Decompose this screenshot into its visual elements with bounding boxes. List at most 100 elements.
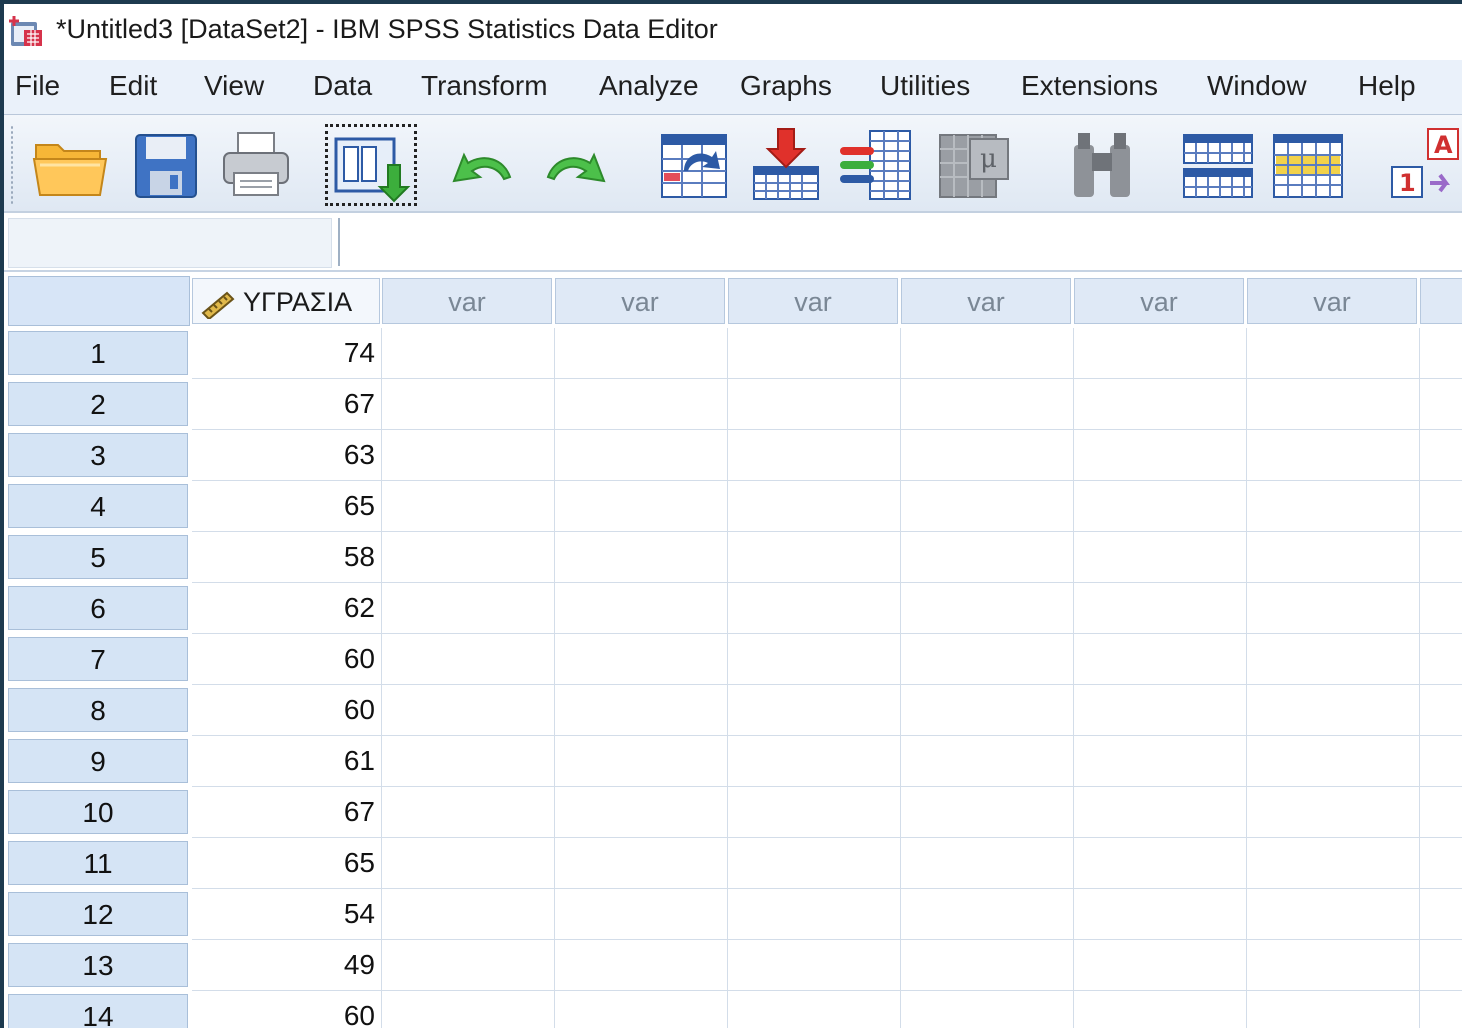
menu-file[interactable]: File [15,70,60,102]
empty-cell[interactable] [901,685,1074,736]
row-header[interactable]: 2 [8,382,188,426]
empty-cell[interactable] [555,991,728,1028]
insert-variable-button[interactable] [1266,125,1346,205]
print-button[interactable] [216,125,296,205]
data-cell[interactable]: 62 [192,583,382,634]
row-header[interactable]: 10 [8,790,188,834]
empty-cell[interactable] [555,532,728,583]
empty-cell[interactable] [1247,940,1420,991]
data-cell[interactable]: 61 [192,736,382,787]
empty-cell[interactable] [728,634,901,685]
grid-corner[interactable] [8,276,190,326]
empty-cell[interactable] [382,736,555,787]
empty-cell[interactable] [728,583,901,634]
empty-cell[interactable] [555,379,728,430]
empty-cell[interactable] [1074,430,1247,481]
empty-cell[interactable] [1247,838,1420,889]
empty-cell[interactable] [1420,685,1462,736]
data-cell[interactable]: 65 [192,481,382,532]
empty-cell[interactable] [382,481,555,532]
empty-cell[interactable] [1247,889,1420,940]
empty-cell[interactable] [728,940,901,991]
row-header[interactable]: 12 [8,892,188,936]
data-cell[interactable]: 67 [192,787,382,838]
empty-cell[interactable] [1074,736,1247,787]
data-cell[interactable]: 65 [192,838,382,889]
empty-cell[interactable] [1247,532,1420,583]
empty-cell[interactable] [1074,379,1247,430]
empty-cell[interactable] [1420,787,1462,838]
empty-cell[interactable] [1420,379,1462,430]
column-header-partial[interactable] [1420,278,1462,324]
empty-cell[interactable] [1420,838,1462,889]
column-header-var[interactable]: var [382,278,552,324]
empty-cell[interactable] [382,634,555,685]
find-button[interactable] [1062,125,1142,205]
empty-cell[interactable] [555,838,728,889]
column-header-var[interactable]: var [1247,278,1417,324]
empty-cell[interactable] [382,838,555,889]
empty-cell[interactable] [1247,991,1420,1028]
empty-cell[interactable] [1074,991,1247,1028]
menu-utilities[interactable]: Utilities [880,70,970,102]
empty-cell[interactable] [1420,940,1462,991]
row-header[interactable]: 11 [8,841,188,885]
empty-cell[interactable] [1247,787,1420,838]
row-header[interactable]: 8 [8,688,188,732]
empty-cell[interactable] [728,787,901,838]
empty-cell[interactable] [555,634,728,685]
row-header[interactable]: 14 [8,994,188,1028]
empty-cell[interactable] [901,940,1074,991]
undo-button[interactable] [444,125,524,205]
empty-cell[interactable] [901,787,1074,838]
empty-cell[interactable] [728,685,901,736]
empty-cell[interactable] [728,991,901,1028]
empty-cell[interactable] [555,940,728,991]
empty-cell[interactable] [901,481,1074,532]
empty-cell[interactable] [1247,583,1420,634]
empty-cell[interactable] [1074,838,1247,889]
menu-help[interactable]: Help [1358,70,1416,102]
empty-cell[interactable] [728,379,901,430]
empty-cell[interactable] [728,430,901,481]
cell-value-input[interactable] [338,218,1462,266]
row-header[interactable]: 4 [8,484,188,528]
row-header[interactable]: 7 [8,637,188,681]
data-cell[interactable]: 49 [192,940,382,991]
empty-cell[interactable] [1420,991,1462,1028]
empty-cell[interactable] [1420,634,1462,685]
empty-cell[interactable] [901,634,1074,685]
empty-cell[interactable] [1074,889,1247,940]
insert-cases-button[interactable] [1176,125,1256,205]
run-descriptives-button[interactable]: μ [934,125,1014,205]
empty-cell[interactable] [1074,583,1247,634]
empty-cell[interactable] [382,787,555,838]
empty-cell[interactable] [1420,736,1462,787]
column-header-var[interactable]: var [1074,278,1244,324]
recall-dialog-button[interactable] [325,124,417,206]
empty-cell[interactable] [1420,481,1462,532]
column-header-var[interactable]: var [901,278,1071,324]
empty-cell[interactable] [728,532,901,583]
menu-window[interactable]: Window [1207,70,1307,102]
empty-cell[interactable] [901,889,1074,940]
data-cell[interactable]: 60 [192,685,382,736]
empty-cell[interactable] [728,328,901,379]
row-header[interactable]: 9 [8,739,188,783]
empty-cell[interactable] [1420,889,1462,940]
variables-button[interactable] [836,125,916,205]
value-labels-button[interactable]: A 1 [1384,125,1462,205]
data-cell[interactable]: 67 [192,379,382,430]
empty-cell[interactable] [728,838,901,889]
empty-cell[interactable] [901,838,1074,889]
empty-cell[interactable] [1074,532,1247,583]
column-header-var[interactable]: var [555,278,725,324]
empty-cell[interactable] [382,940,555,991]
data-cell[interactable]: 58 [192,532,382,583]
row-header[interactable]: 5 [8,535,188,579]
redo-button[interactable] [534,125,614,205]
empty-cell[interactable] [1420,430,1462,481]
row-header[interactable]: 6 [8,586,188,630]
row-header[interactable]: 3 [8,433,188,477]
empty-cell[interactable] [555,889,728,940]
